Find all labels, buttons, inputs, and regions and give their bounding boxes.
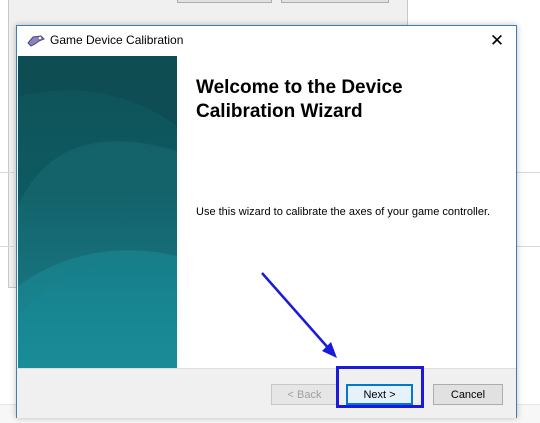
pointer-arrow [261,272,337,358]
